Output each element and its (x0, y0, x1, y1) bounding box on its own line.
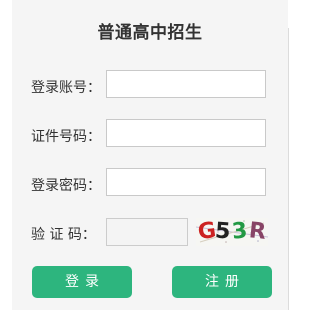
panel-divider (288, 28, 289, 310)
captcha-char: 3 (230, 218, 249, 245)
login-button[interactable]: 登录 (32, 266, 132, 298)
account-label: 登录账号： (31, 80, 101, 96)
captcha-label: 验 证 码： (31, 227, 96, 243)
captcha-image[interactable]: G 5 3 R (196, 218, 268, 246)
login-panel (12, 0, 288, 310)
password-input[interactable] (106, 168, 266, 196)
register-button-label: 注册 (205, 274, 245, 290)
captcha-char: R (247, 218, 268, 245)
id-number-input[interactable] (106, 119, 266, 147)
id-number-label: 证件号码： (31, 129, 101, 145)
password-label: 登录密码： (31, 178, 101, 194)
captcha-char: 5 (214, 218, 232, 245)
page-title: 普通高中招生 (97, 23, 203, 43)
login-button-label: 登录 (65, 274, 105, 290)
captcha-input[interactable] (106, 218, 188, 246)
account-input[interactable] (106, 70, 266, 98)
register-button[interactable]: 注册 (172, 266, 272, 298)
